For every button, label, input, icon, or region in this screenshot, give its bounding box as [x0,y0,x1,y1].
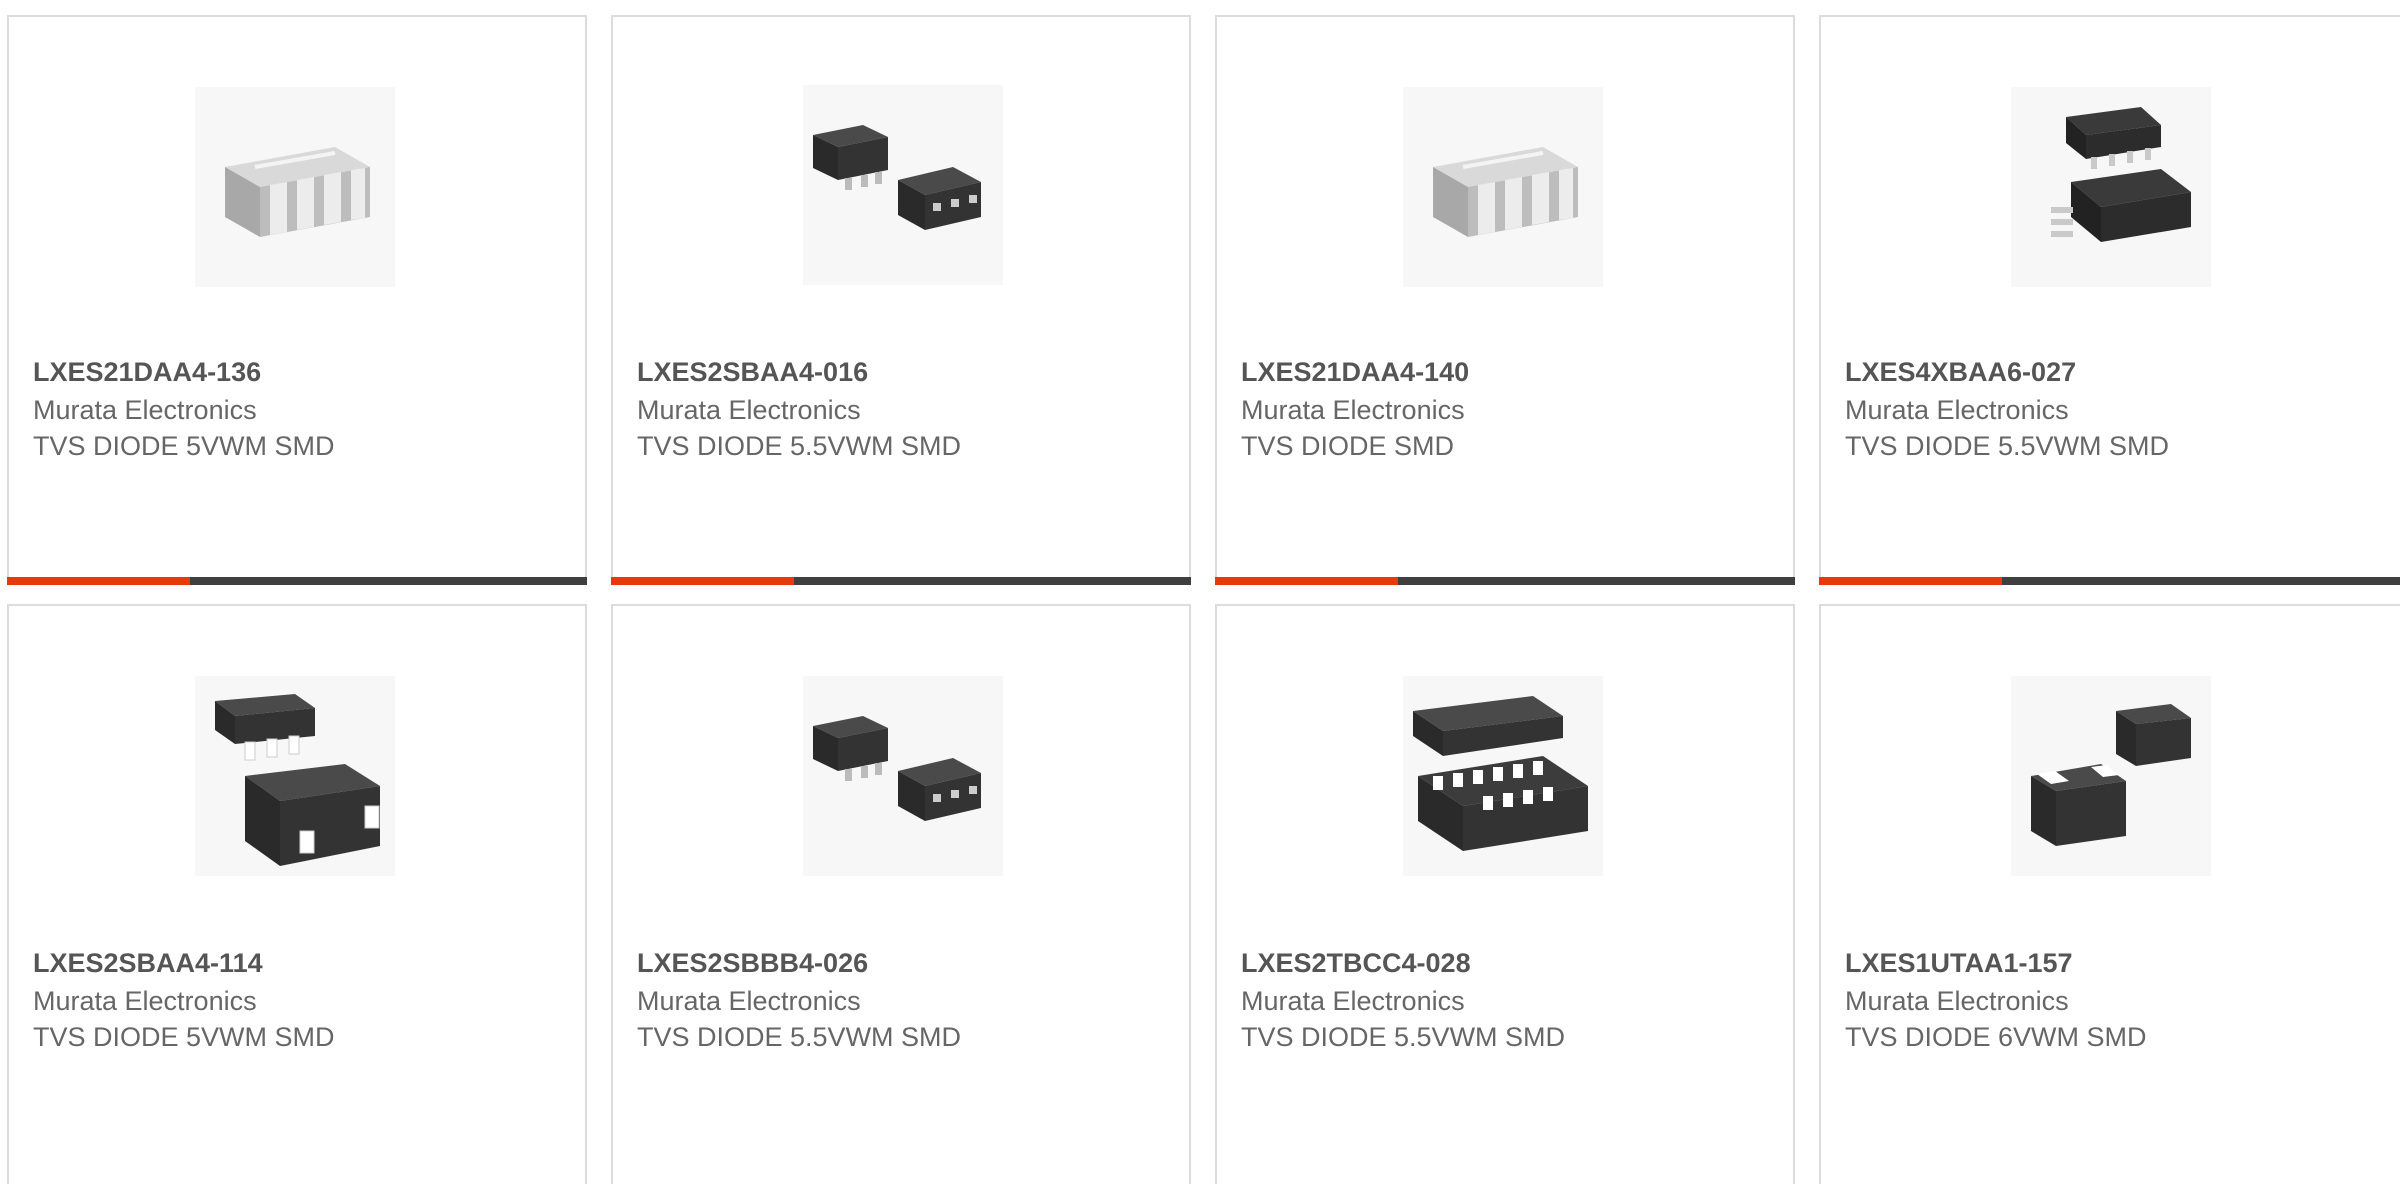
sot-package-icon [803,85,1003,285]
product-card[interactable]: LXES2TBCC4-028 Murata Electronics TVS DI… [1215,604,1795,1184]
card-accent [1819,577,2002,585]
product-card[interactable]: LXES1UTAA1-157 Murata Electronics TVS DI… [1819,604,2400,1184]
product-card[interactable]: LXES2SBAA4-114 Murata Electronics TVS DI… [7,604,587,1184]
description: TVS DIODE 5.5VWM SMD [1845,431,2170,461]
part-number[interactable]: LXES2SBBB4-026 [637,948,868,979]
description: TVS DIODE 6VWM SMD [1845,1022,2147,1052]
part-number[interactable]: LXES4XBAA6-027 [1845,357,2076,388]
manufacturer: Murata Electronics [33,395,257,425]
sot-package-large-icon [195,676,395,876]
product-card[interactable]: LXES4XBAA6-027 Murata Electronics TVS DI… [1819,15,2400,585]
sot-package-icon [803,676,1003,876]
manufacturer: Murata Electronics [1845,986,2069,1016]
ceramic-array-chip-icon [195,87,395,287]
ceramic-array-chip-icon [1403,87,1603,287]
product-card[interactable]: LXES21DAA4-136 Murata Electronics TVS DI… [7,15,587,585]
product-card[interactable]: LXES2SBAA4-016 Murata Electronics TVS DI… [611,15,1191,585]
msop-package-icon [2011,87,2211,287]
manufacturer: Murata Electronics [1241,986,1465,1016]
manufacturer: Murata Electronics [1845,395,2069,425]
dfn-array-package-icon [1403,676,1603,876]
card-bottom-bar [7,577,587,585]
part-number[interactable]: LXES2SBAA4-114 [33,948,263,979]
part-number[interactable]: LXES2SBAA4-016 [637,357,868,388]
description: TVS DIODE 5.5VWM SMD [1241,1022,1566,1052]
card-bottom-bar [1215,577,1795,585]
card-bottom-bar [1819,577,2400,585]
card-accent [1215,577,1398,585]
part-number[interactable]: LXES21DAA4-136 [33,357,261,388]
description: TVS DIODE 5.5VWM SMD [637,1022,962,1052]
description: TVS DIODE 5VWM SMD [33,431,335,461]
part-number[interactable]: LXES2TBCC4-028 [1241,948,1471,979]
part-number[interactable]: LXES1UTAA1-157 [1845,948,2073,979]
sod-package-icon [2011,676,2211,876]
description: TVS DIODE 5VWM SMD [33,1022,335,1052]
manufacturer: Murata Electronics [637,986,861,1016]
product-card[interactable]: LXES2SBBB4-026 Murata Electronics TVS DI… [611,604,1191,1184]
card-bottom-bar [611,577,1191,585]
description: TVS DIODE SMD [1241,431,1455,461]
card-accent [611,577,794,585]
description: TVS DIODE 5.5VWM SMD [637,431,962,461]
part-number[interactable]: LXES21DAA4-140 [1241,357,1469,388]
manufacturer: Murata Electronics [637,395,861,425]
product-card[interactable]: LXES21DAA4-140 Murata Electronics TVS DI… [1215,15,1795,585]
manufacturer: Murata Electronics [33,986,257,1016]
card-accent [7,577,190,585]
manufacturer: Murata Electronics [1241,395,1465,425]
product-grid: LXES21DAA4-136 Murata Electronics TVS DI… [0,0,2400,1184]
